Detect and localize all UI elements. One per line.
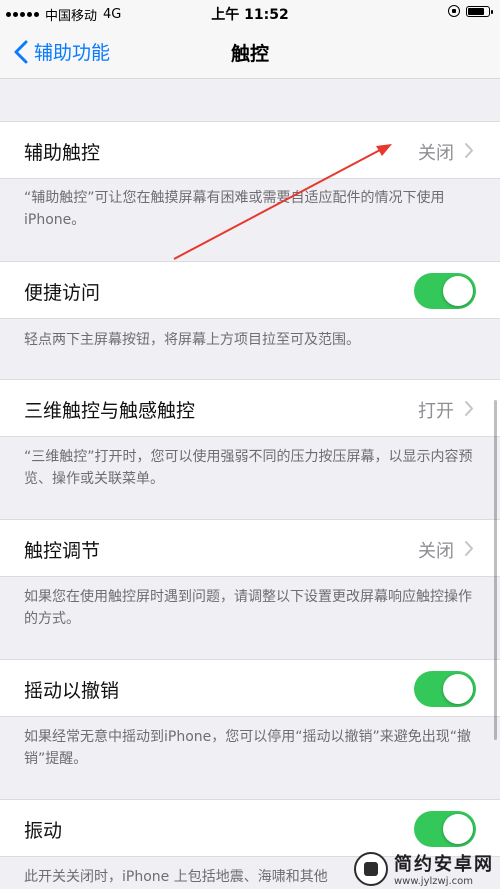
battery-icon	[466, 5, 493, 17]
navigation-bar: 辅助功能 触控	[0, 26, 500, 79]
row-shake-to-undo: 摇动以撤销	[0, 659, 500, 717]
orientation-lock-icon	[448, 5, 460, 17]
watermark-text: 简约安卓网 www.jylzwj.com	[394, 850, 494, 887]
row-vibration: 振动	[0, 799, 500, 857]
row-touch-accommodations[interactable]: 触控调节 关闭	[0, 519, 500, 577]
row-label: 便捷访问	[24, 282, 101, 304]
toggle-knob	[443, 276, 473, 306]
scrollbar[interactable]	[494, 400, 497, 740]
section-footer: 轻点两下主屏幕按钮，将屏幕上方项目拉至可及范围。	[24, 332, 360, 348]
toggle-knob	[443, 674, 473, 704]
row-assistive-touch[interactable]: 辅助触控 关闭	[0, 121, 500, 179]
chevron-right-icon	[465, 541, 473, 556]
row-value: 关闭	[418, 541, 454, 562]
status-time: 上午 11:52	[211, 7, 289, 23]
watermark: 简约安卓网 www.jylzwj.com	[354, 850, 494, 887]
section-footer: 如果经常无意中摇动到iPhone，您可以停用“摇动以撤销”来避免出现“撤销”提醒…	[24, 729, 472, 767]
watermark-url: www.jylzwj.com	[394, 876, 474, 887]
row-reachability: 便捷访问	[0, 261, 500, 319]
chevron-right-icon	[465, 401, 473, 416]
row-value: 打开	[418, 401, 454, 422]
row-label: 摇动以撤销	[24, 680, 120, 702]
chevron-right-icon	[465, 143, 473, 158]
row-label: 振动	[24, 820, 63, 842]
section-footer: “三维触控”打开时，您可以使用强弱不同的压力按压屏幕，以显示内容预览、操作或关联…	[24, 449, 473, 487]
section-footer: 如果您在使用触控屏时遇到问题，请调整以下设置更改屏幕响应触控操作的方式。	[24, 589, 472, 627]
row-label: 触控调节	[24, 540, 101, 562]
shake-to-undo-toggle[interactable]	[414, 671, 476, 707]
row-value: 关闭	[418, 143, 454, 164]
row-label: 三维触控与触感触控	[24, 400, 196, 422]
page-title: 触控	[230, 43, 269, 65]
watermark-title: 简约安卓网	[394, 854, 494, 875]
status-right	[448, 5, 493, 17]
section-footer: “辅助触控”可让您在触摸屏幕有困难或需要自适应配件的情况下使用 iPhone。	[24, 190, 445, 228]
watermark-logo-icon	[354, 851, 388, 886]
row-label: 辅助触控	[24, 142, 101, 164]
row-3d-touch[interactable]: 三维触控与触感触控 打开	[0, 379, 500, 437]
vibration-toggle[interactable]	[414, 811, 476, 847]
reachability-toggle[interactable]	[414, 273, 476, 309]
toggle-knob	[443, 814, 473, 844]
status-bar: 中国移动 4G 上午 11:52	[0, 0, 500, 26]
